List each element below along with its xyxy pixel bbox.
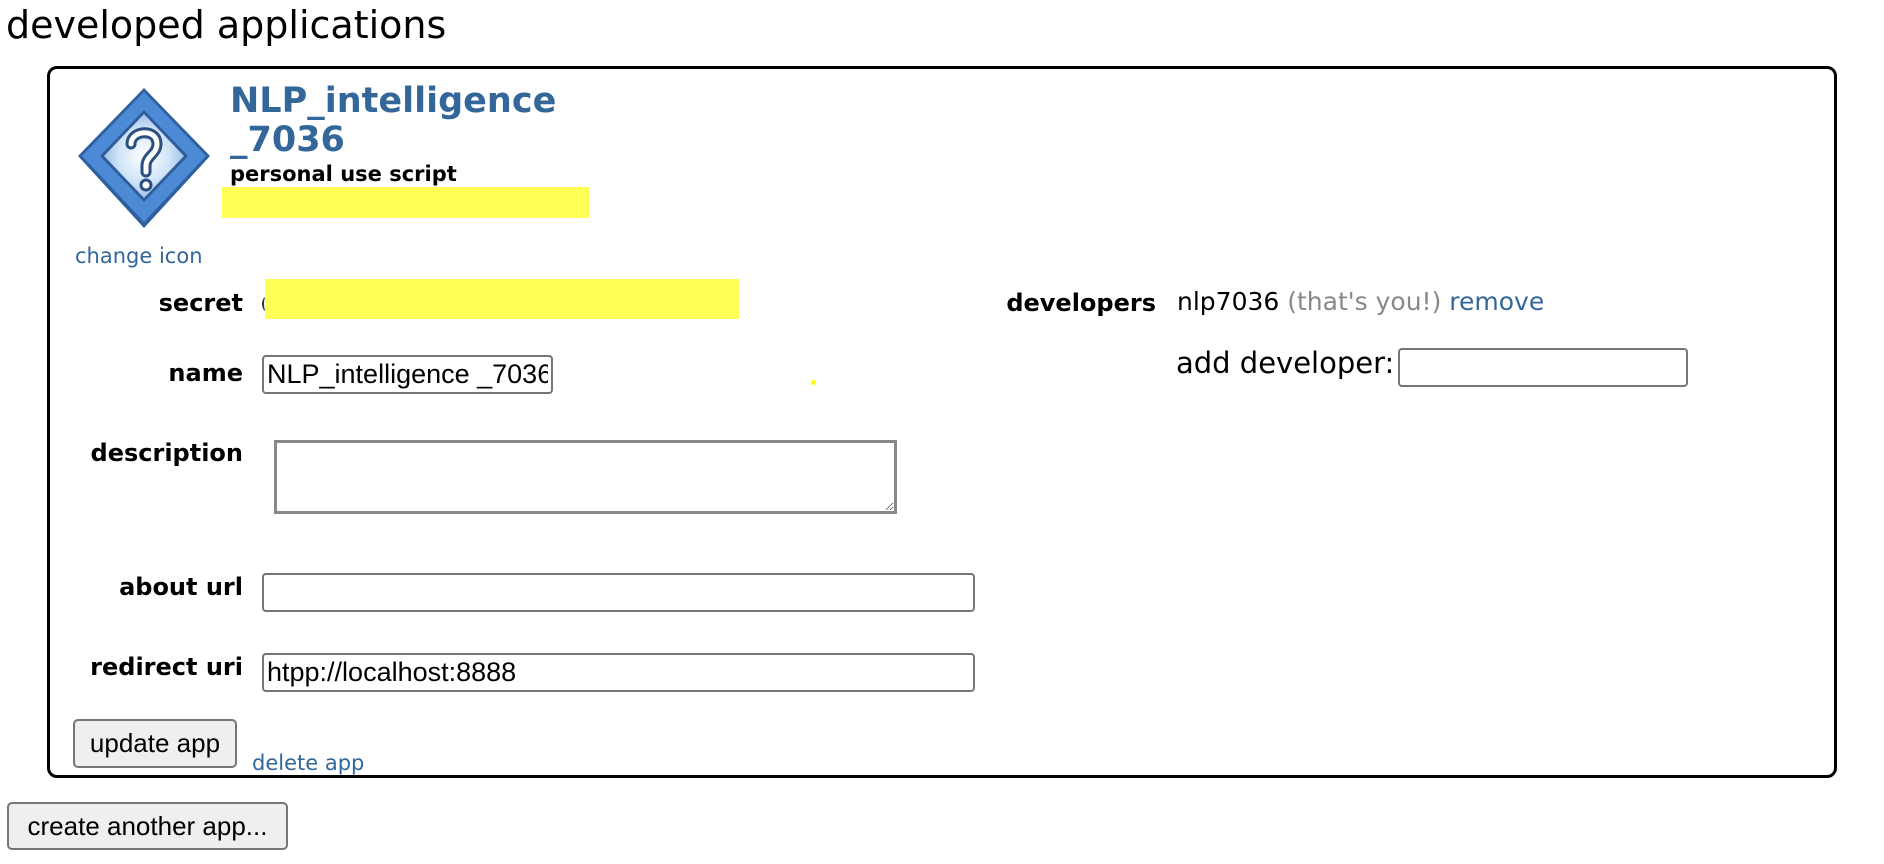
add-developer-label: add developer: — [1176, 346, 1395, 380]
page-title: developed applications — [6, 3, 447, 47]
redirect-uri-label: redirect uri — [90, 653, 243, 681]
description-textarea[interactable] — [274, 440, 897, 514]
secret-label: secret — [158, 289, 243, 317]
name-input[interactable] — [262, 355, 553, 394]
developer-username: nlp7036 — [1177, 287, 1280, 316]
app-type: personal use script — [230, 162, 457, 186]
create-another-app-button[interactable]: create another app... — [7, 802, 288, 850]
developer-entry: nlp7036 (that's you!) remove — [1177, 287, 1544, 316]
change-icon-link[interactable]: change icon — [75, 244, 203, 268]
developers-label: developers — [1006, 289, 1156, 317]
name-label: name — [168, 359, 243, 387]
update-app-button[interactable]: update app — [73, 719, 237, 768]
developer-self-note: (that's you!) — [1287, 287, 1442, 316]
secret-redaction — [265, 279, 739, 319]
redaction-speck — [811, 380, 816, 385]
description-label: description — [90, 439, 243, 467]
delete-app-link[interactable]: delete app — [252, 751, 364, 775]
add-developer-input[interactable] — [1398, 348, 1688, 387]
app-name-line2: _7036 — [230, 120, 345, 160]
question-mark-diamond-icon — [74, 84, 214, 232]
about-url-label: about url — [119, 573, 243, 601]
redirect-uri-input[interactable] — [262, 653, 975, 692]
client-id-redaction — [222, 187, 589, 218]
remove-developer-link[interactable]: remove — [1449, 287, 1544, 316]
app-name-line1: NLP_intelligence — [230, 81, 557, 121]
app-name: NLP_intelligence _7036 — [230, 82, 570, 160]
about-url-input[interactable] — [262, 573, 975, 612]
